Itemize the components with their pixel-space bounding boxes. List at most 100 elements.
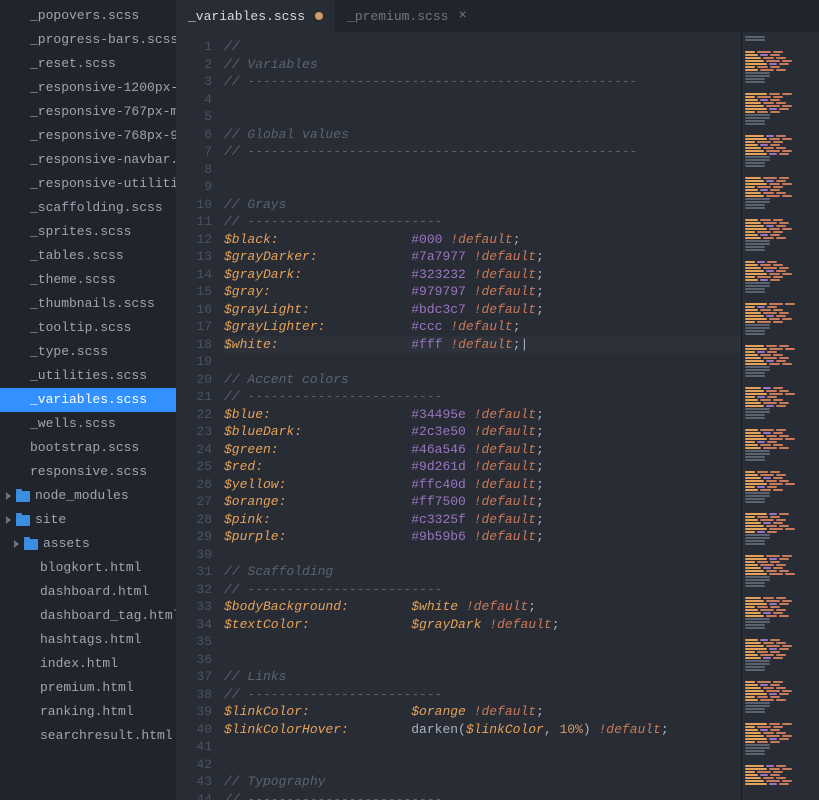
line-number: 37 <box>176 668 212 686</box>
folder-icon <box>24 539 38 550</box>
minimap[interactable] <box>741 32 819 800</box>
code-line[interactable]: $blue: #34495e !default; <box>224 406 741 424</box>
code-line[interactable]: $grayLight: #bdc3c7 !default; <box>224 301 741 319</box>
code-line[interactable] <box>224 756 741 774</box>
folder-item[interactable]: node_modules <box>0 484 176 508</box>
file-item[interactable]: _thumbnails.scss <box>0 292 176 316</box>
chevron-right-icon <box>6 492 11 500</box>
file-item[interactable]: _responsive-utilities.… <box>0 172 176 196</box>
code-line[interactable]: $green: #46a546 !default; <box>224 441 741 459</box>
code-line[interactable]: // Accent colors <box>224 371 741 389</box>
file-item[interactable]: _wells.scss <box>0 412 176 436</box>
file-item[interactable]: _theme.scss <box>0 268 176 292</box>
tab-bar[interactable]: _variables.scss _premium.scss× <box>176 0 819 32</box>
editor-tab[interactable]: _variables.scss <box>176 0 335 32</box>
line-number: 12 <box>176 231 212 249</box>
code-line[interactable]: // ------------------------- <box>224 686 741 704</box>
code-line[interactable]: $purple: #9b59b6 !default; <box>224 528 741 546</box>
line-number: 15 <box>176 283 212 301</box>
file-item[interactable]: _variables.scss <box>0 388 176 412</box>
file-item[interactable]: bootstrap.scss <box>0 436 176 460</box>
file-item[interactable]: dashboard.html <box>0 580 176 604</box>
file-item[interactable]: _popovers.scss <box>0 4 176 28</box>
file-item[interactable]: _utilities.scss <box>0 364 176 388</box>
file-item[interactable]: dashboard_tag.html <box>0 604 176 628</box>
code-line[interactable]: $red: #9d261d !default; <box>224 458 741 476</box>
file-item[interactable]: _type.scss <box>0 340 176 364</box>
code-line[interactable]: $gray: #979797 !default; <box>224 283 741 301</box>
code-line[interactable]: // ------------------------- <box>224 388 741 406</box>
file-item[interactable]: searchresult.html <box>0 724 176 748</box>
code-line[interactable]: $grayLighter: #ccc !default; <box>224 318 741 336</box>
code-line[interactable]: // Scaffolding <box>224 563 741 581</box>
code-line[interactable]: $grayDark: #323232 !default; <box>224 266 741 284</box>
code-line[interactable]: // Global values <box>224 126 741 144</box>
file-item[interactable]: _responsive-768px-9… <box>0 124 176 148</box>
file-item[interactable]: _sprites.scss <box>0 220 176 244</box>
tab-label: _variables.scss <box>188 9 305 24</box>
code-line[interactable] <box>224 108 741 126</box>
code-line[interactable]: $pink: #c3325f !default; <box>224 511 741 529</box>
file-item[interactable]: _scaffolding.scss <box>0 196 176 220</box>
folder-item[interactable]: site <box>0 508 176 532</box>
code-line[interactable]: // Variables <box>224 56 741 74</box>
file-item[interactable]: blogkort.html <box>0 556 176 580</box>
file-item[interactable]: premium.html <box>0 676 176 700</box>
code-line[interactable] <box>224 353 741 371</box>
code-line[interactable]: $white: #fff !default;| <box>224 336 741 354</box>
line-number: 17 <box>176 318 212 336</box>
line-number-gutter: 1234567891011121314151617181920212223242… <box>176 32 224 800</box>
code-line[interactable]: $textColor: $grayDark !default; <box>224 616 741 634</box>
line-number: 31 <box>176 563 212 581</box>
code-line[interactable]: // Typography <box>224 773 741 791</box>
code-line[interactable]: // ------------------------- <box>224 213 741 231</box>
code-line[interactable] <box>224 633 741 651</box>
line-number: 6 <box>176 126 212 144</box>
code-line[interactable] <box>224 178 741 196</box>
code-line[interactable]: $bodyBackground: $white !default; <box>224 598 741 616</box>
file-item[interactable]: _tooltip.scss <box>0 316 176 340</box>
code-line[interactable]: $blueDark: #2c3e50 !default; <box>224 423 741 441</box>
folder-icon <box>16 515 30 526</box>
file-item[interactable]: _responsive-767px-m… <box>0 100 176 124</box>
folder-item[interactable]: assets <box>0 532 176 556</box>
code-line[interactable] <box>224 738 741 756</box>
line-number: 38 <box>176 686 212 704</box>
code-line[interactable] <box>224 546 741 564</box>
code-line[interactable]: // <box>224 38 741 56</box>
editor-tab[interactable]: _premium.scss× <box>335 0 479 32</box>
file-item[interactable]: _responsive-navbar.s… <box>0 148 176 172</box>
code-line[interactable] <box>224 651 741 669</box>
file-item[interactable]: _progress-bars.scss <box>0 28 176 52</box>
code-line[interactable]: // -------------------------------------… <box>224 143 741 161</box>
code-line[interactable] <box>224 161 741 179</box>
code-line[interactable]: // ------------------------- <box>224 581 741 599</box>
file-item[interactable]: index.html <box>0 652 176 676</box>
code-line[interactable]: $yellow: #ffc40d !default; <box>224 476 741 494</box>
file-item[interactable]: _responsive-1200px-… <box>0 76 176 100</box>
line-number: 25 <box>176 458 212 476</box>
code-line[interactable]: $linkColorHover: darken($linkColor, 10%)… <box>224 721 741 739</box>
code-line[interactable]: // -------------------------------------… <box>224 73 741 91</box>
file-item[interactable]: _tables.scss <box>0 244 176 268</box>
code-line[interactable]: // ------------------------- <box>224 791 741 800</box>
file-tree-sidebar[interactable]: _popovers.scss_progress-bars.scss_reset.… <box>0 0 176 800</box>
code-line[interactable]: $linkColor: $orange !default; <box>224 703 741 721</box>
close-icon[interactable]: × <box>458 8 466 24</box>
line-number: 43 <box>176 773 212 791</box>
line-number: 23 <box>176 423 212 441</box>
line-number: 28 <box>176 511 212 529</box>
code-line[interactable]: $orange: #ff7500 !default; <box>224 493 741 511</box>
line-number: 7 <box>176 143 212 161</box>
code-line[interactable]: $grayDarker: #7a7977 !default; <box>224 248 741 266</box>
code-line[interactable]: $black: #000 !default; <box>224 231 741 249</box>
file-item[interactable]: _reset.scss <box>0 52 176 76</box>
file-item[interactable]: responsive.scss <box>0 460 176 484</box>
code-line[interactable]: // Grays <box>224 196 741 214</box>
code-line[interactable]: // Links <box>224 668 741 686</box>
code-line[interactable] <box>224 91 741 109</box>
line-number: 44 <box>176 791 212 800</box>
file-item[interactable]: ranking.html <box>0 700 176 724</box>
code-editor[interactable]: //// Variables// -----------------------… <box>224 32 741 800</box>
file-item[interactable]: hashtags.html <box>0 628 176 652</box>
